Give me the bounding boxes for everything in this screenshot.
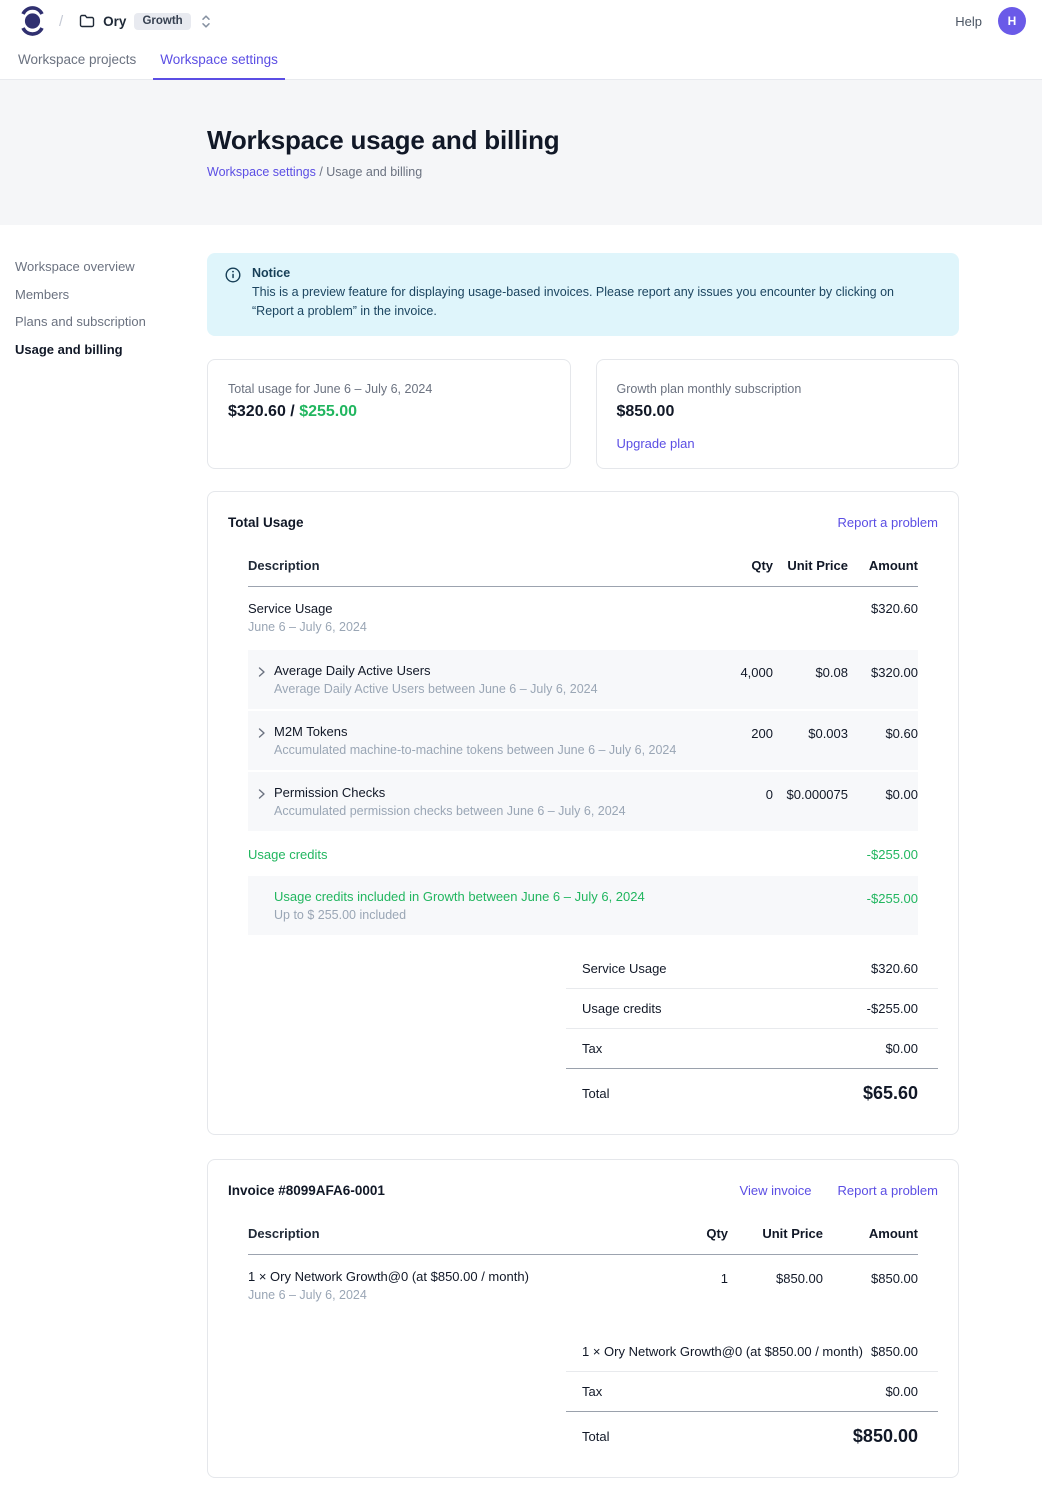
table-row-usage-credits-detail: Usage credits included in Growth between… xyxy=(248,876,918,935)
col-qty: Qty xyxy=(683,1226,728,1241)
workspace-tabs: Workspace projects Workspace settings xyxy=(0,42,1042,80)
invoice-panel: Invoice #8099AFA6-0001 View invoice Repo… xyxy=(207,1159,959,1478)
usage-report-problem-link[interactable]: Report a problem xyxy=(838,515,938,530)
col-amount: Amount xyxy=(848,558,918,573)
selector-chevrons-icon[interactable] xyxy=(201,14,211,29)
usage-table-header: Description Qty Unit Price Amount xyxy=(248,546,918,587)
folder-icon xyxy=(79,14,95,28)
sidebar-item-plans-subscription[interactable]: Plans and subscription xyxy=(15,314,185,329)
top-header: / Ory Growth Help H xyxy=(0,0,1042,42)
page-hero: Workspace usage and billing Workspace se… xyxy=(0,80,1042,225)
summary-row-usage-credits: Usage credits -$255.00 xyxy=(566,989,938,1029)
breadcrumb: Workspace settings / Usage and billing xyxy=(207,165,1042,179)
table-row-usage-credits: Usage credits -$255.00 xyxy=(248,833,918,876)
breadcrumb-separator: / xyxy=(316,165,326,179)
sidebar-item-members[interactable]: Members xyxy=(15,287,185,302)
usage-panel-title: Total Usage xyxy=(228,515,304,530)
invoice-line-item: 1 × Ory Network Growth@0 (at $850.00 / m… xyxy=(248,1255,918,1318)
user-avatar[interactable]: H xyxy=(998,7,1026,35)
page-title: Workspace usage and billing xyxy=(207,125,1042,156)
invoice-title: Invoice #8099AFA6-0001 xyxy=(228,1183,385,1198)
settings-sidebar: Workspace overview Members Plans and sub… xyxy=(15,259,185,369)
invoice-report-problem-link[interactable]: Report a problem xyxy=(838,1183,938,1198)
summary-row-service-usage: Service Usage $320.60 xyxy=(566,949,938,989)
invoice-summary: 1 × Ory Network Growth@0 (at $850.00 / m… xyxy=(566,1332,938,1453)
summary-cards: Total usage for June 6 – July 6, 2024 $3… xyxy=(207,359,959,469)
plan-label: Growth plan monthly subscription xyxy=(617,382,939,396)
table-row-permission-checks[interactable]: Permission Checks Accumulated permission… xyxy=(248,772,918,831)
usage-summary: Service Usage $320.60 Usage credits -$25… xyxy=(566,949,938,1110)
summary-row-total: Total $850.00 xyxy=(566,1412,938,1453)
summary-row-line-item: 1 × Ory Network Growth@0 (at $850.00 / m… xyxy=(566,1332,938,1372)
summary-row-tax: Tax $0.00 xyxy=(566,1372,938,1412)
breadcrumb-settings-link[interactable]: Workspace settings xyxy=(207,165,316,179)
breadcrumb-current: Usage and billing xyxy=(326,165,422,179)
col-amount: Amount xyxy=(823,1226,918,1241)
view-invoice-link[interactable]: View invoice xyxy=(740,1183,812,1198)
usage-table: Description Qty Unit Price Amount Servic… xyxy=(248,546,918,935)
chevron-right-icon[interactable] xyxy=(248,663,274,678)
col-unit-price: Unit Price xyxy=(773,558,848,573)
notice-body: This is a preview feature for displaying… xyxy=(252,283,939,322)
table-row-m2m-tokens[interactable]: M2M Tokens Accumulated machine-to-machin… xyxy=(248,711,918,770)
invoice-table-header: Description Qty Unit Price Amount xyxy=(248,1214,918,1255)
breadcrumb-slash: / xyxy=(59,13,63,30)
plan-subscription-card: Growth plan monthly subscription $850.00… xyxy=(596,359,960,469)
info-icon xyxy=(225,267,241,322)
plan-badge: Growth xyxy=(134,13,190,30)
total-usage-panel: Total Usage Report a problem Description… xyxy=(207,491,959,1135)
sidebar-item-usage-billing[interactable]: Usage and billing xyxy=(15,342,185,357)
notice-title: Notice xyxy=(252,266,939,280)
summary-row-tax: Tax $0.00 xyxy=(566,1029,938,1069)
workspace-name: Ory xyxy=(103,14,126,29)
tab-workspace-settings[interactable]: Workspace settings xyxy=(153,52,285,80)
chevron-right-icon[interactable] xyxy=(248,785,274,800)
help-link[interactable]: Help xyxy=(955,14,982,29)
col-description: Description xyxy=(248,1226,683,1241)
total-usage-value: $320.60 / $255.00 xyxy=(228,403,550,421)
notice-banner: Notice This is a preview feature for dis… xyxy=(207,253,959,336)
total-usage-card: Total usage for June 6 – July 6, 2024 $3… xyxy=(207,359,571,469)
workspace-switcher[interactable]: Ory Growth xyxy=(79,13,211,30)
col-description: Description xyxy=(248,558,693,573)
col-unit-price: Unit Price xyxy=(728,1226,823,1241)
tab-workspace-projects[interactable]: Workspace projects xyxy=(11,52,143,80)
plan-amount: $850.00 xyxy=(617,403,939,421)
sidebar-item-workspace-overview[interactable]: Workspace overview xyxy=(15,259,185,274)
summary-row-total: Total $65.60 xyxy=(566,1069,938,1110)
upgrade-plan-link[interactable]: Upgrade plan xyxy=(617,436,695,451)
table-row-adau[interactable]: Average Daily Active Users Average Daily… xyxy=(248,650,918,709)
ory-logo-icon[interactable] xyxy=(20,6,45,36)
table-row-service-usage: Service Usage June 6 – July 6, 2024 $320… xyxy=(248,587,918,650)
invoice-table: Description Qty Unit Price Amount 1 × Or… xyxy=(248,1214,918,1318)
col-qty: Qty xyxy=(693,558,773,573)
usage-credit-value: $255.00 xyxy=(299,403,357,420)
total-usage-label: Total usage for June 6 – July 6, 2024 xyxy=(228,382,550,396)
chevron-right-icon[interactable] xyxy=(248,724,274,739)
